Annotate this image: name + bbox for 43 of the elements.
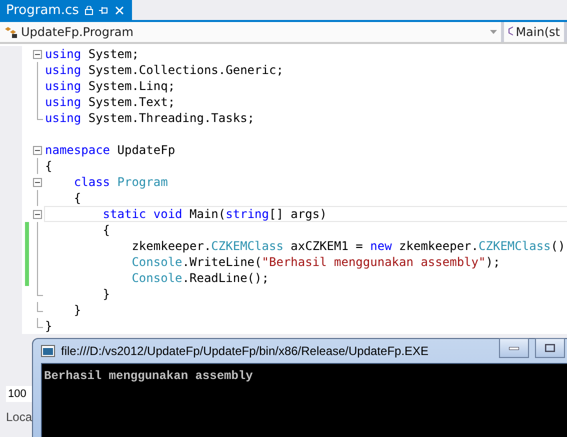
- code-line: class Program: [72, 174, 169, 190]
- caret-icon: [490, 30, 497, 34]
- class-dropdown[interactable]: UpdateFp.Program: [0, 22, 504, 42]
- code-line: using System;: [44, 46, 140, 62]
- fold-line: [37, 158, 38, 174]
- code-line: {: [72, 190, 82, 206]
- member-dropdown[interactable]: Main(st: [504, 22, 567, 42]
- code-line: {: [44, 158, 54, 174]
- class-icon: [4, 26, 18, 38]
- collapse-icon[interactable]: [33, 178, 42, 187]
- code-line: }: [102, 286, 112, 302]
- fold-end-line: [37, 318, 43, 328]
- fold-end-line: [37, 110, 43, 120]
- code-line: using System.Collections.Generic;: [44, 62, 284, 78]
- code-line: {: [102, 222, 112, 238]
- close-icon[interactable]: [114, 6, 124, 14]
- minimize-icon: [509, 346, 519, 350]
- code-line: namespace UpdateFp: [44, 142, 176, 158]
- code-line: }: [72, 302, 82, 318]
- collapse-icon[interactable]: [33, 210, 42, 219]
- code-line: using System.Linq;: [44, 78, 176, 94]
- lock-icon: [84, 6, 93, 14]
- fold-line: [37, 190, 38, 206]
- maximize-button[interactable]: [535, 338, 565, 358]
- file-tab[interactable]: Program.cs: [0, 0, 132, 20]
- zoom-field[interactable]: 100: [6, 386, 34, 402]
- console-icon: [41, 345, 55, 357]
- status-text: Loca: [6, 410, 32, 424]
- collapse-icon[interactable]: [33, 50, 42, 59]
- minimize-button[interactable]: [499, 338, 529, 358]
- code-line: Console.ReadLine();: [130, 270, 270, 286]
- collapse-icon[interactable]: [33, 146, 42, 155]
- code-line: }: [44, 318, 54, 334]
- code-line: Console.WriteLine("Berhasil menggunakan assembly");: [130, 254, 502, 270]
- console-output: Berhasil menggunakan assembly: [43, 368, 254, 385]
- maximize-icon: [545, 344, 555, 352]
- window-title: file:///D:/vs2012/UpdateFp/UpdateFp/bin/x86/Release/UpdateFp.EXE: [61, 344, 430, 358]
- pin-icon[interactable]: [98, 6, 109, 14]
- fold-end-line: [37, 302, 43, 312]
- code-line: zkemkeeper.CZKEMClass axCZKEM1 = new zkemkeeper.CZKEMClass();: [130, 238, 567, 254]
- code-line: using System.Text;: [44, 94, 176, 110]
- fold-end-line: [37, 286, 43, 296]
- code-line: using System.Threading.Tasks;: [44, 110, 256, 126]
